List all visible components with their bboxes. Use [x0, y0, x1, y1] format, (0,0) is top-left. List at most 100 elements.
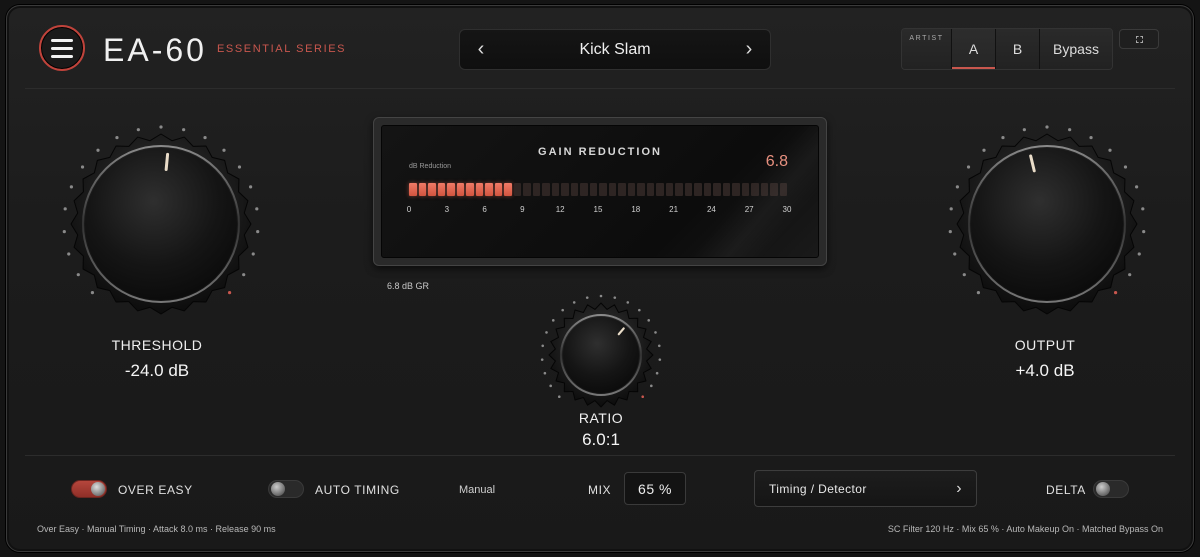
output-knob[interactable] — [947, 124, 1147, 324]
over-easy-label: OVER EASY — [118, 483, 193, 497]
plugin-window: EA-60 ESSENTIAL SERIES ‹ Kick Slam › ART… — [6, 5, 1194, 552]
knob-scale-dot — [585, 296, 589, 299]
knob-scale-dot — [949, 207, 953, 211]
prev-preset-button[interactable]: ‹ — [474, 38, 488, 61]
meter-segment — [409, 183, 417, 196]
knob-scale-dot — [90, 290, 95, 295]
ratio-value: 6.0:1 — [582, 430, 620, 449]
meter-segment — [428, 183, 436, 196]
meter-title: GAIN REDUCTION — [538, 146, 662, 158]
knob-scale-dot — [256, 230, 260, 234]
meter-segment — [561, 183, 569, 196]
meter-segment — [599, 183, 607, 196]
knob-cap — [563, 317, 639, 393]
preset-selector[interactable]: ‹ Kick Slam › — [459, 29, 771, 70]
meter-segment — [732, 183, 740, 196]
gain-reduction-meter: GAIN REDUCTION dB Reduction 6.8 0 3 6 9 12 15… — [373, 117, 827, 266]
threshold-knob[interactable] — [61, 124, 261, 324]
meter-segment — [504, 183, 512, 196]
knob-scale-dot — [237, 165, 242, 169]
knob-scale-dot — [1128, 273, 1132, 277]
timing-mode-label: Manual — [459, 484, 496, 496]
meter-segment — [542, 183, 550, 196]
mix-label: MIX — [588, 483, 612, 497]
meter-tick-label: 24 — [706, 205, 716, 214]
knob-scale-dot — [982, 148, 986, 152]
delta-toggle[interactable] — [1093, 480, 1129, 498]
meter-tick-label: 27 — [744, 205, 754, 214]
meter-scale: 0 3 6 9 12 15 18 21 24 27 30 — [407, 205, 792, 215]
meter-value: 6.8 — [765, 153, 788, 170]
meter-tick-label: 3 — [444, 205, 450, 214]
knob-scale-dot — [1123, 165, 1128, 169]
output-value: +4.0 dB — [1015, 361, 1075, 380]
knob-scale-dot — [1089, 135, 1093, 140]
meter-segment — [494, 183, 502, 196]
auto-timing-label: AUTO TIMING — [315, 483, 400, 497]
meter-segment — [608, 183, 616, 196]
meter-segment — [703, 183, 711, 196]
over-easy-toggle[interactable] — [71, 480, 107, 498]
status-right: SC Filter 120 Hz · Mix 65 % · Auto Makeu… — [887, 524, 1163, 534]
ratio-knob[interactable] — [539, 293, 663, 417]
expand-icon — [1135, 35, 1143, 43]
knob-scale-dot — [658, 358, 662, 361]
knob-scale-dot — [543, 371, 547, 375]
meter-segment — [513, 183, 521, 196]
knob-scale-dot — [613, 296, 617, 299]
auto-timing-toggle[interactable] — [268, 480, 304, 498]
knob-scale-dot — [561, 308, 564, 312]
series-label: ESSENTIAL SERIES — [217, 43, 347, 55]
knob-scale-dot — [115, 135, 119, 140]
knob-scale-dot — [549, 384, 552, 388]
meter-segment — [456, 183, 464, 196]
knob-scale-dot — [953, 252, 957, 256]
meter-tick-label: 9 — [520, 205, 525, 214]
knob-scale-dot — [657, 344, 661, 348]
knob-scale-dot — [541, 344, 545, 348]
menu-button[interactable] — [39, 25, 85, 71]
bypass-button[interactable]: Bypass — [1040, 29, 1112, 69]
timing-detector-button[interactable]: Timing / Detector › — [754, 470, 977, 507]
meter-screen: GAIN REDUCTION dB Reduction 6.8 0 3 6 9 12 15… — [381, 125, 819, 258]
meter-tick-label: 30 — [782, 205, 792, 214]
knob-scale-dot — [572, 301, 576, 304]
next-preset-button[interactable]: › — [742, 38, 756, 61]
knob-scale-dot — [1113, 290, 1118, 295]
timing-detector-label: Timing / Detector — [769, 481, 867, 496]
knob-cap — [85, 148, 237, 300]
knob-scale-dot — [1135, 185, 1139, 189]
knob-scale-dot — [227, 290, 232, 295]
knob-pointer — [164, 152, 170, 172]
knob-scale-dot — [96, 148, 100, 152]
meter-subtitle: dB Reduction — [409, 163, 452, 170]
knob-scale-dot — [948, 230, 952, 234]
meter-tick-label: 18 — [631, 205, 641, 214]
knob-scale-dot — [962, 273, 966, 277]
knob-scale-dot — [1142, 230, 1146, 234]
knob-scale-dot — [242, 273, 246, 277]
slot-a-button[interactable]: A — [952, 29, 996, 69]
knob-scale-dot — [67, 252, 71, 256]
meter-segment — [713, 183, 721, 196]
slot-b-button[interactable]: B — [996, 29, 1040, 69]
knob-scale-dot — [1022, 128, 1026, 132]
meter-segment — [656, 183, 664, 196]
knob-scale-dot — [69, 185, 73, 189]
meter-segments — [409, 183, 787, 196]
knob-scale-dot — [62, 230, 66, 234]
delta-label: DELTA — [1046, 483, 1086, 497]
meter-segment — [760, 183, 768, 196]
meter-segment — [580, 183, 588, 196]
mix-field[interactable]: 65 % — [624, 472, 686, 505]
artist-preset-button[interactable]: ARTIST — [902, 29, 952, 69]
meter-tick-label: 15 — [593, 205, 603, 214]
preset-name[interactable]: Kick Slam — [579, 41, 650, 59]
knob-scale-dot — [251, 252, 255, 256]
meter-segment — [770, 183, 778, 196]
meter-segment — [437, 183, 445, 196]
ratio-label: RATIO — [578, 410, 624, 426]
knob-scale-dot — [626, 301, 630, 304]
knob-scale-dot — [1108, 148, 1112, 152]
expand-button[interactable] — [1119, 29, 1159, 49]
